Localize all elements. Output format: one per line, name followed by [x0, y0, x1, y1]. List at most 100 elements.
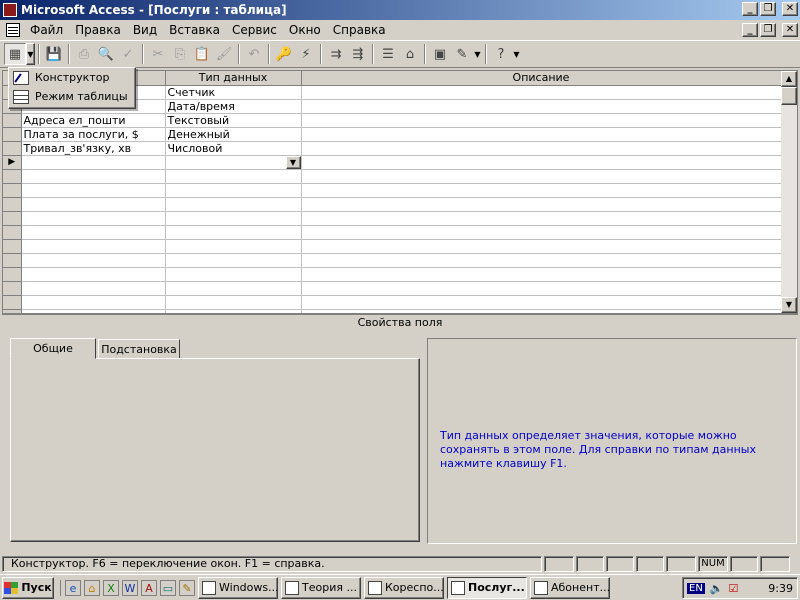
view-dropdown-button[interactable]: ▼	[26, 43, 35, 65]
row-selector[interactable]	[3, 225, 22, 240]
description-cell[interactable]	[301, 225, 782, 240]
task-windows[interactable]: Windows...	[198, 576, 278, 599]
data-type-cell[interactable]	[165, 225, 302, 240]
field-name-cell[interactable]	[21, 155, 166, 170]
row-selector[interactable]	[3, 239, 22, 254]
cut-icon[interactable]: ✂	[147, 43, 169, 65]
row-selector[interactable]	[3, 127, 22, 142]
new-object-icon[interactable]: ✎	[451, 43, 473, 65]
undo-icon[interactable]: ↶	[243, 43, 265, 65]
field-name-cell[interactable]: Адреса ел_пошти	[21, 113, 166, 128]
description-cell[interactable]	[301, 113, 782, 128]
field-name-cell[interactable]	[21, 239, 166, 254]
description-cell[interactable]	[301, 267, 782, 282]
column-header-data-type[interactable]: Тип данных	[165, 71, 302, 86]
column-header-description[interactable]: Описание	[301, 71, 782, 86]
minimize-button[interactable]: _	[742, 2, 758, 16]
excel-icon[interactable]: X	[103, 579, 119, 596]
grid-vertical-scrollbar[interactable]: ▲ ▼	[781, 71, 797, 313]
scroll-down-button[interactable]: ▼	[781, 297, 797, 313]
description-cell[interactable]	[301, 253, 782, 268]
menu-tools[interactable]: Сервис	[226, 23, 283, 37]
format-painter-icon[interactable]: 🖌	[213, 43, 235, 65]
menu-view[interactable]: Вид	[127, 23, 163, 37]
task-korespo[interactable]: Кореспо...	[364, 576, 444, 599]
data-type-cell[interactable]: Денежный	[165, 127, 302, 142]
field-name-cell[interactable]	[21, 183, 166, 198]
explorer-icon[interactable]: ⌂	[84, 579, 100, 596]
description-cell[interactable]	[301, 141, 782, 156]
table-row-current[interactable]: ▶ ▼	[3, 155, 782, 170]
table-row[interactable]: Тривал_зв'язку, хв Числовой	[3, 141, 782, 156]
build-icon[interactable]: ⌂	[399, 43, 421, 65]
row-selector[interactable]	[3, 197, 22, 212]
description-cell[interactable]	[301, 127, 782, 142]
print-icon[interactable]: ⎙	[73, 43, 95, 65]
data-type-cell[interactable]	[165, 239, 302, 254]
field-name-cell[interactable]	[21, 197, 166, 212]
data-type-cell[interactable]: Текстовый	[165, 113, 302, 128]
primary-key-icon[interactable]: 🔑	[273, 43, 295, 65]
table-row-empty[interactable]	[3, 211, 782, 226]
help-dropdown[interactable]: ▼	[512, 43, 521, 65]
row-selector[interactable]	[3, 183, 22, 198]
field-name-cell[interactable]: Тривал_зв'язку, хв	[21, 141, 166, 156]
row-selector[interactable]	[3, 295, 22, 310]
menu-help[interactable]: Справка	[327, 23, 392, 37]
data-type-cell[interactable]	[165, 169, 302, 184]
description-cell[interactable]	[301, 295, 782, 310]
field-name-cell[interactable]	[21, 253, 166, 268]
description-cell[interactable]	[301, 281, 782, 296]
doc-close-button[interactable]: ✕	[782, 23, 798, 37]
table-row-empty[interactable]	[3, 197, 782, 212]
description-cell[interactable]	[301, 155, 782, 170]
help-icon[interactable]: ?	[490, 43, 512, 65]
field-name-cell[interactable]	[21, 211, 166, 226]
menu-edit[interactable]: Правка	[69, 23, 127, 37]
menu-item-datasheet-view[interactable]: Режим таблицы	[9, 87, 135, 106]
row-selector[interactable]	[3, 211, 22, 226]
print-preview-icon[interactable]: 🔍	[95, 43, 117, 65]
table-row-empty[interactable]	[3, 295, 782, 310]
data-type-cell[interactable]	[165, 267, 302, 282]
field-name-cell[interactable]	[21, 225, 166, 240]
menu-window[interactable]: Окно	[283, 23, 327, 37]
data-type-cell[interactable]: Числовой	[165, 141, 302, 156]
copy-icon[interactable]: ⎘	[169, 43, 191, 65]
table-row-empty[interactable]	[3, 225, 782, 240]
menu-item-design-view[interactable]: Конструктор	[9, 68, 135, 87]
start-button[interactable]: Пуск	[2, 576, 54, 599]
table-row-empty[interactable]	[3, 239, 782, 254]
field-name-cell[interactable]	[21, 281, 166, 296]
field-name-cell[interactable]	[21, 295, 166, 310]
description-cell[interactable]	[301, 85, 782, 100]
row-selector[interactable]	[3, 141, 22, 156]
data-type-cell[interactable]: Дата/время	[165, 99, 302, 114]
pencil-icon[interactable]: ✎	[179, 579, 195, 596]
indexes-icon[interactable]: ⚡	[295, 43, 317, 65]
description-cell[interactable]	[301, 99, 782, 114]
current-row-arrow-icon[interactable]: ▶	[3, 155, 22, 170]
table-row-empty[interactable]	[3, 169, 782, 184]
access-icon[interactable]: A	[141, 579, 157, 596]
data-type-combo[interactable]: ▼	[165, 155, 302, 170]
tab-lookup[interactable]: Подстановка	[98, 339, 180, 359]
row-selector[interactable]	[3, 169, 22, 184]
field-name-cell[interactable]	[21, 267, 166, 282]
task-abonent[interactable]: Абонент...	[530, 576, 610, 599]
tab-general[interactable]: Общие	[10, 338, 96, 359]
new-object-dropdown[interactable]: ▼	[473, 43, 482, 65]
description-cell[interactable]	[301, 169, 782, 184]
doc-minimize-button[interactable]: _	[742, 23, 758, 37]
table-row-empty[interactable]	[3, 281, 782, 296]
spelling-icon[interactable]: ✓	[117, 43, 139, 65]
table-window-icon[interactable]	[6, 23, 20, 37]
row-selector[interactable]	[3, 113, 22, 128]
task-theory[interactable]: Теория ...	[281, 576, 361, 599]
close-button[interactable]: ✕	[782, 2, 798, 16]
field-name-cell[interactable]	[21, 169, 166, 184]
maximize-button[interactable]: ❐	[760, 2, 776, 16]
properties-icon[interactable]: ☰	[377, 43, 399, 65]
insert-rows-icon[interactable]: ⇉	[325, 43, 347, 65]
tray-check-icon[interactable]: ☑	[729, 582, 739, 595]
